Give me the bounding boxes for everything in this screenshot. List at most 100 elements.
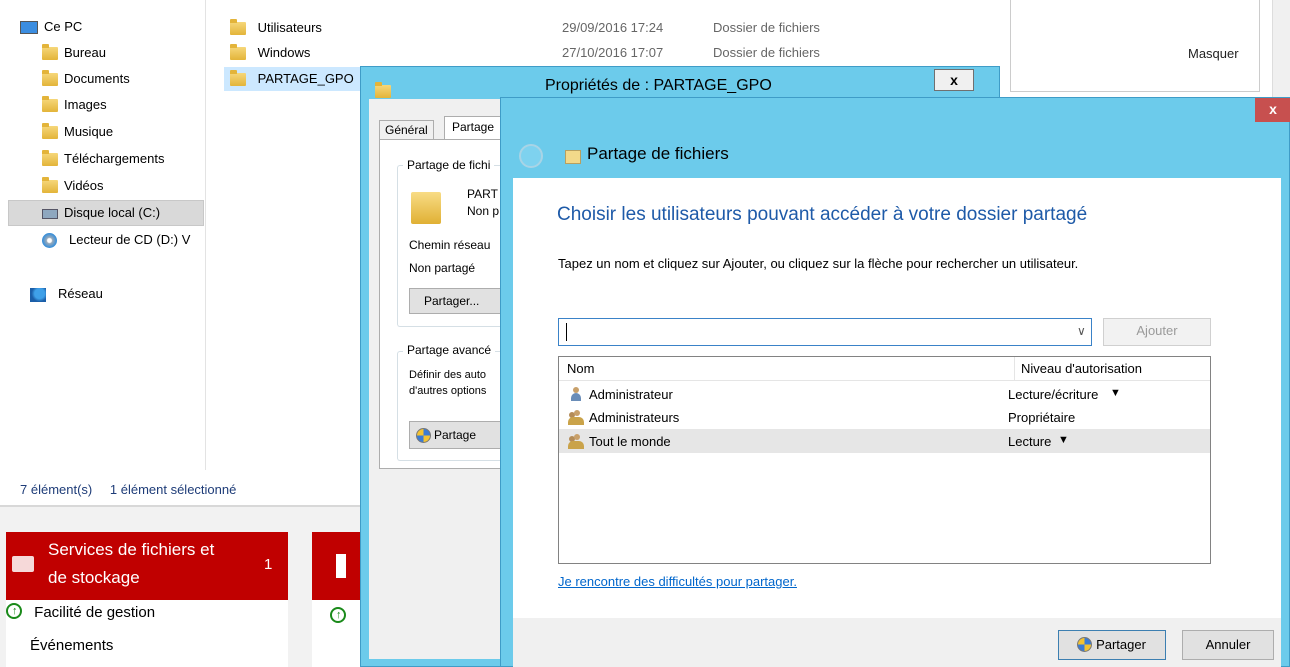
events-item[interactable]: Événements	[30, 637, 113, 654]
file-services-icon	[12, 556, 34, 572]
advanced-text: d'autres options	[409, 385, 487, 397]
folder-icon	[411, 192, 441, 224]
row-name: Administrateur	[589, 387, 673, 402]
nav-item-documents[interactable]: Documents	[42, 66, 130, 92]
hide-button[interactable]: Masquer	[1188, 46, 1239, 61]
net-path-label: Chemin réseau	[409, 238, 491, 252]
file-date: 27/10/2016 17:07	[562, 45, 664, 60]
file-date: 29/09/2016 17:24	[562, 20, 664, 35]
file-name: PARTAGE_GPO	[257, 71, 354, 86]
table-header: Nom Niveau d'autorisation	[559, 357, 1210, 381]
help-link[interactable]: Je rencontre des difficultés pour partag…	[558, 574, 797, 589]
properties-bottom	[369, 469, 509, 659]
dropdown-arrow-icon[interactable]: ▼	[1058, 434, 1069, 446]
nav-item-reseau[interactable]: Réseau	[30, 281, 103, 307]
row-level: Lecture	[1008, 434, 1052, 449]
cancel-button[interactable]: Annuler	[1182, 630, 1274, 660]
tab-partage[interactable]: Partage	[444, 116, 504, 140]
wizard-heading: Choisir les utilisateurs pouvant accéder…	[557, 204, 1088, 225]
status-item-label: Facilité de gestion	[34, 604, 156, 621]
column-header-name[interactable]: Nom	[567, 361, 594, 376]
folder-icon	[42, 177, 58, 194]
file-row-selected[interactable]: PARTAGE_GPO	[224, 67, 364, 91]
computer-icon	[20, 21, 38, 35]
share-button[interactable]: Partager...	[409, 288, 505, 314]
server-manager: Services de fichiers et de stockage 1 ↑ …	[0, 507, 380, 667]
nav-label: Vidéos	[64, 178, 104, 193]
file-name: Utilisateurs	[257, 20, 322, 35]
file-services-tile[interactable]: Services de fichiers et de stockage 1	[6, 532, 288, 600]
share-button[interactable]: Partager	[1058, 630, 1166, 660]
add-button[interactable]: Ajouter	[1103, 318, 1211, 346]
chevron-down-icon[interactable]: ∨	[1077, 324, 1086, 338]
nav-item-disque-local[interactable]: Disque local (C:)	[8, 200, 204, 226]
group-label: Partage de fichi	[403, 158, 495, 172]
shield-icon	[1077, 637, 1092, 652]
column-divider	[1014, 357, 1015, 381]
pane-divider	[205, 0, 206, 470]
user-input[interactable]: ∨	[558, 318, 1092, 346]
file-row[interactable]: Utilisateurs 29/09/2016 17:24 Dossier de…	[230, 16, 830, 40]
network-icon	[30, 287, 46, 302]
column-header-level[interactable]: Niveau d'autorisation	[1021, 361, 1142, 376]
drive-icon	[42, 208, 58, 219]
back-arrow-icon[interactable]	[519, 144, 543, 168]
up-arrow-icon: ↑	[6, 603, 22, 619]
nav-label: Disque local (C:)	[64, 205, 161, 220]
nav-item-lecteur-cd[interactable]: Lecteur de CD (D:) V	[42, 227, 190, 253]
tile-count: 1	[264, 556, 273, 573]
file-name: Windows	[257, 45, 311, 60]
advanced-text: Définir des auto	[409, 369, 487, 381]
permissions-table: Nom Niveau d'autorisation Administrateur…	[558, 356, 1211, 564]
advanced-share-button[interactable]: Partage	[409, 421, 505, 449]
tab-general[interactable]: Général	[379, 120, 434, 139]
dropdown-arrow-icon[interactable]: ▼	[1110, 387, 1121, 399]
table-row-selected[interactable]: Tout le monde Lecture ▼	[559, 429, 1210, 453]
row-level: Propriétaire	[1008, 410, 1076, 425]
nav-label: Bureau	[64, 45, 106, 60]
nav-label: Documents	[64, 71, 130, 86]
table-row[interactable]: Administrateurs Propriétaire	[559, 406, 1210, 428]
nav-label: Lecteur de CD (D:) V	[69, 232, 191, 247]
status-item[interactable]: ↑ Facilité de gestion	[6, 602, 155, 624]
dialog-title: Propriétés de : PARTAGE_GPO	[545, 77, 772, 94]
nav-label: Téléchargements	[64, 151, 165, 166]
share-icon	[565, 150, 581, 164]
close-button[interactable]: x	[934, 69, 974, 91]
folder-icon	[42, 123, 58, 140]
server-icon	[336, 554, 346, 578]
nav-label: Réseau	[58, 286, 103, 301]
share-button-label: Partager	[1096, 637, 1146, 652]
group-label: Partage avancé	[403, 343, 496, 357]
nav-label: Images	[64, 97, 107, 112]
up-arrow-icon: ↑	[330, 607, 346, 623]
nav-item-ce-pc[interactable]: Ce PC	[20, 14, 82, 40]
nav-item-telechargements[interactable]: Téléchargements	[42, 146, 164, 172]
folder-name: PART	[467, 187, 498, 201]
folder-icon	[42, 96, 58, 113]
nav-item-images[interactable]: Images	[42, 92, 107, 118]
folder-icon	[42, 44, 58, 61]
file-type: Dossier de fichiers	[713, 45, 820, 60]
nav-item-bureau[interactable]: Bureau	[42, 40, 106, 66]
folder-icon	[42, 150, 58, 167]
folder-icon	[230, 70, 246, 87]
scrollbar[interactable]	[1272, 0, 1290, 100]
close-button[interactable]: x	[1255, 98, 1290, 122]
nav-item-videos[interactable]: Vidéos	[42, 173, 104, 199]
cd-drive-icon	[42, 233, 57, 249]
folder-icon	[42, 70, 58, 87]
file-row[interactable]: Windows 27/10/2016 17:07 Dossier de fich…	[230, 41, 830, 65]
net-path-value: Non partagé	[409, 261, 476, 275]
nav-label: Ce PC	[44, 19, 83, 34]
file-type: Dossier de fichiers	[713, 20, 820, 35]
tile-title-line2: de stockage	[48, 568, 140, 587]
folder-state: Non p	[467, 204, 500, 218]
nav-item-musique[interactable]: Musique	[42, 119, 113, 145]
group-icon	[567, 434, 585, 450]
row-level: Lecture/écriture	[1008, 387, 1099, 402]
table-row[interactable]: Administrateur Lecture/écriture ▼	[559, 383, 1210, 405]
row-name: Administrateurs	[589, 410, 680, 425]
user-icon	[569, 387, 583, 402]
share-wizard: x Partage de fichiers Choisir les utilis…	[500, 97, 1290, 667]
